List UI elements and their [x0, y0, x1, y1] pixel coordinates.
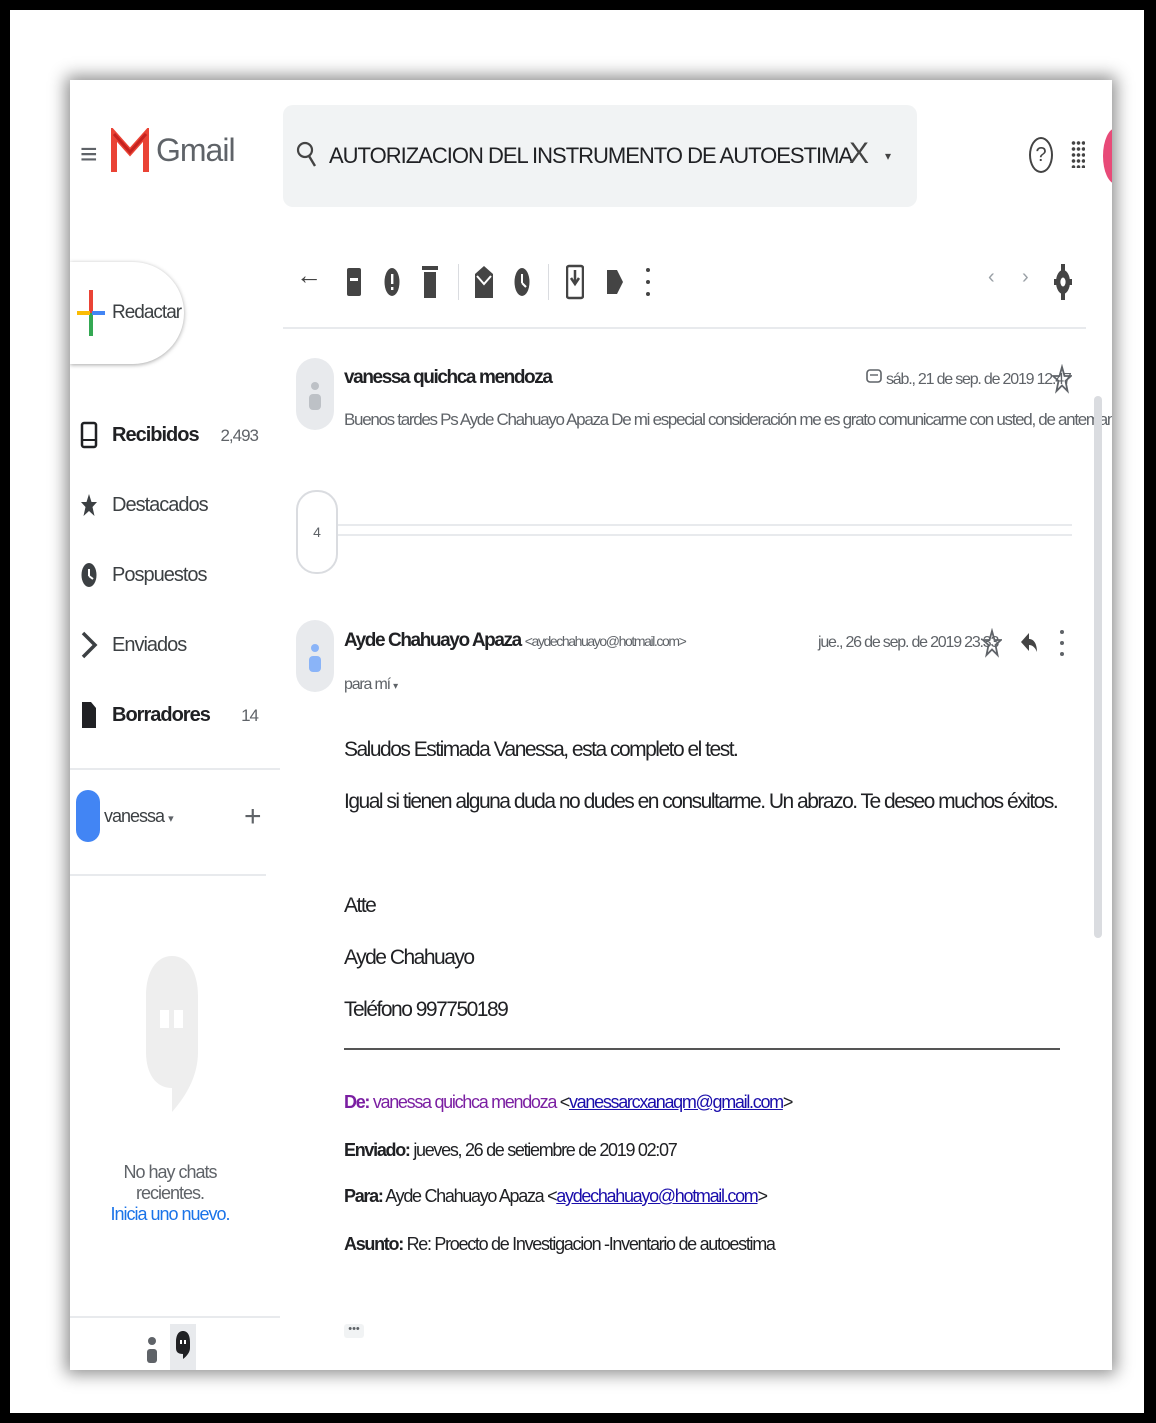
header: ≡ Gmail AUTORIZACION DEL INSTRUMENTO DE …	[70, 80, 1112, 224]
from-email-link[interactable]: vanessarcxanaqm@gmail.com	[569, 1092, 784, 1112]
compose-plus-icon	[77, 290, 105, 336]
move-to-icon[interactable]	[566, 260, 584, 304]
forwarded-to: Para: Ayde Chahuayo Apaza <aydechahuayo@…	[344, 1186, 768, 1206]
message-snippet[interactable]: Buenos tardes Ps Ayde Chahuayo Apaza De …	[344, 410, 1112, 430]
chat-bubble-icon[interactable]	[176, 1330, 190, 1360]
body-line: Igual si tienen alguna duda no dudes en …	[344, 790, 1059, 813]
newer-icon[interactable]: ‹	[988, 266, 995, 289]
toolbar-separator	[548, 264, 549, 300]
forwarded-sent: Enviado: jueves, 26 de setiembre de 2019…	[344, 1140, 678, 1160]
drafts-count: 14	[241, 706, 259, 725]
search-options-icon[interactable]: ▾	[885, 149, 891, 163]
user-avatar	[76, 790, 100, 842]
star-icon	[81, 494, 97, 516]
body-line: Ayde Chahuayo	[344, 946, 475, 969]
sidebar-item-label: Destacados	[112, 494, 209, 516]
scrollbar[interactable]	[1094, 396, 1102, 938]
clock-icon	[81, 563, 97, 587]
forwarded-subject: Asunto: Re: Proecto de Investigacion -In…	[344, 1234, 776, 1254]
inbox-icon	[80, 421, 98, 449]
start-new-chat-link[interactable]: Inicia uno nuevo.	[90, 1204, 250, 1225]
toolbar-divider	[283, 327, 1086, 329]
search-input[interactable]: AUTORIZACION DEL INSTRUMENTO DE AUTOESTI…	[329, 143, 853, 169]
sidebar-item-inbox[interactable]: Recibidos 2,493	[70, 416, 270, 456]
sidebar-item-snoozed[interactable]: Pospuestos	[70, 556, 270, 596]
body-line: Teléfono 997750189	[344, 998, 509, 1021]
to-email-link[interactable]: aydechahuayo@hotmail.com	[556, 1186, 759, 1206]
hangouts-username: vanessa ▾	[104, 806, 174, 826]
person-icon[interactable]	[146, 1334, 158, 1364]
message-sender[interactable]: vanessa quichca mendoza	[344, 367, 553, 389]
more-options-icon[interactable]	[644, 260, 652, 304]
account-avatar[interactable]	[1103, 128, 1112, 184]
bottom-divider	[70, 1316, 280, 1318]
hangouts-icon	[146, 956, 198, 1112]
hangouts-divider	[70, 874, 266, 876]
sender-email: <aydechahuayo@hotmail.com>	[524, 633, 687, 649]
collapsed-messages-count[interactable]: 4	[296, 490, 338, 574]
new-chat-plus-icon[interactable]: +	[244, 800, 262, 834]
star-outline-icon[interactable]	[1052, 364, 1072, 394]
sidebar-item-label: Recibidos	[112, 424, 200, 446]
settings-gear-icon[interactable]	[1054, 260, 1072, 304]
mark-unread-icon[interactable]	[474, 260, 494, 304]
body-line: Atte	[344, 894, 377, 917]
sender-avatar	[296, 620, 334, 692]
compose-button[interactable]: Redactar	[70, 262, 184, 364]
archive-icon[interactable]	[346, 260, 362, 304]
message-date: jue., 26 de sep. de 2019 23:33	[818, 634, 999, 651]
sidebar-divider	[70, 768, 280, 770]
reply-icon[interactable]	[1020, 630, 1038, 656]
sidebar-item-label: Enviados	[112, 634, 187, 656]
collapsed-messages-line	[334, 524, 1072, 536]
back-icon[interactable]: ←	[296, 260, 322, 291]
body-line: Saludos Estimada Vanessa, esta completo …	[344, 738, 739, 761]
search-icon[interactable]	[295, 139, 317, 169]
gmail-window: ≡ Gmail AUTORIZACION DEL INSTRUMENTO DE …	[70, 80, 1112, 1370]
report-spam-icon[interactable]	[384, 260, 400, 304]
message-date: sáb., 21 de sep. de 2019 12:47	[886, 371, 1072, 388]
snooze-icon[interactable]	[514, 260, 530, 304]
quote-separator	[344, 1048, 1060, 1050]
clear-search-icon[interactable]: X	[849, 137, 869, 171]
sidebar-item-drafts[interactable]: Borradores 14	[70, 696, 270, 736]
star-outline-icon[interactable]	[982, 628, 1002, 658]
compose-label: Redactar	[112, 302, 182, 323]
sidebar-item-starred[interactable]: Destacados	[70, 486, 270, 526]
label-icon[interactable]	[606, 260, 624, 304]
draft-icon	[82, 702, 96, 728]
show-trimmed-content-button[interactable]: •••	[344, 1324, 364, 1338]
gmail-logo-icon[interactable]	[110, 128, 150, 174]
unread-count: 2,493	[220, 426, 259, 445]
search-bar[interactable]: AUTORIZACION DEL INSTRUMENTO DE AUTOESTI…	[283, 105, 917, 207]
sidebar-item-label: Pospuestos	[112, 564, 208, 586]
more-options-icon[interactable]	[1058, 626, 1066, 660]
toolbar-separator	[458, 264, 459, 300]
hangouts-user[interactable]: vanessa ▾ +	[70, 786, 270, 842]
help-icon[interactable]: ?	[1029, 137, 1053, 173]
sender-avatar	[296, 358, 334, 430]
forwarded-from: De: vanessa quichca mendoza <vanessarcxa…	[344, 1092, 793, 1112]
main-menu-icon[interactable]: ≡	[80, 138, 98, 172]
older-icon[interactable]: ›	[1022, 266, 1029, 289]
no-recent-chats: No hay chats recientes.	[123, 1162, 217, 1203]
attachment-icon	[866, 369, 882, 383]
chat-switcher	[130, 1324, 270, 1370]
person-icon	[309, 382, 321, 410]
recipients-toggle[interactable]: para mí ▾	[344, 676, 398, 694]
person-icon	[309, 644, 321, 672]
delete-icon[interactable]	[422, 260, 438, 304]
sidebar-item-sent[interactable]: Enviados	[70, 626, 270, 666]
app-name: Gmail	[156, 132, 236, 168]
send-icon	[81, 631, 98, 659]
apps-grid-icon[interactable]	[1071, 140, 1085, 168]
message-sender[interactable]: Ayde Chahuayo Apaza <aydechahuayo@hotmai…	[344, 630, 687, 652]
sidebar-item-label: Borradores	[112, 704, 211, 726]
